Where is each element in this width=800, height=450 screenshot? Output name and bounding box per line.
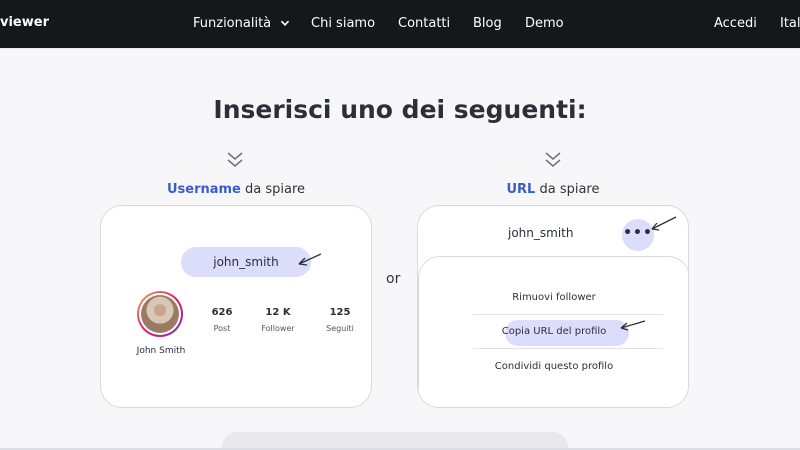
avatar (137, 291, 183, 337)
nav-item-contacts[interactable]: Contatti (398, 16, 450, 31)
stat-posts: 626 Post (197, 307, 247, 333)
nav-item-demo[interactable]: Demo (525, 16, 564, 31)
stat-following: 125 Seguiti (315, 307, 365, 333)
top-nav: viewer Funzionalità Chi siamo Contatti B… (0, 0, 800, 48)
menu-item-share-profile[interactable]: Condividi questo profilo (419, 361, 688, 372)
language-selector[interactable]: Itali (780, 16, 800, 31)
nav-divider (0, 48, 800, 49)
chevron-down-icon (281, 20, 290, 26)
menu-item-remove-follower[interactable]: Rimuovi follower (419, 292, 688, 303)
pointer-arrow-icon (620, 320, 646, 331)
profile-photo (141, 295, 179, 333)
stat-followers-value: 12 K (265, 307, 291, 318)
nav-item-features[interactable]: Funzionalità (193, 16, 290, 31)
menu-divider (473, 348, 663, 349)
url-label-emphasis: URL (506, 182, 536, 197)
nav-item-blog[interactable]: Blog (473, 16, 502, 31)
username-card: john_smith John Smith 626 Post 12 K Foll… (100, 205, 372, 408)
url-card: john_smith ••• Rimuovi follower Copia UR… (417, 205, 689, 408)
login-link[interactable]: Accedi (714, 16, 757, 31)
nav-item-features-label: Funzionalità (193, 16, 272, 31)
url-label-rest: da spiare (535, 182, 600, 197)
stat-following-value: 125 (329, 307, 351, 318)
stat-followers: 12 K Follower (253, 307, 303, 333)
profile-name: John Smith (136, 346, 186, 356)
double-chevron-down-icon (227, 152, 243, 167)
username-label-rest: da spiare (240, 182, 306, 197)
pointer-arrow-icon (651, 216, 677, 231)
username-label-emphasis: Username (166, 182, 241, 197)
double-chevron-down-icon (545, 152, 561, 167)
stat-followers-label: Follower (261, 324, 295, 333)
url-username: john_smith (508, 226, 574, 240)
stat-posts-value: 626 (211, 307, 233, 318)
username-option-label: Username da spiare (150, 182, 322, 197)
or-separator: or (386, 271, 401, 287)
options-menu: Rimuovi follower Copia URL del profilo C… (418, 256, 688, 407)
url-option-label: URL da spiare (467, 182, 639, 197)
page-title: Inserisci uno dei seguenti: (213, 95, 587, 124)
stat-posts-label: Post (213, 324, 231, 333)
pointer-arrow-icon (298, 253, 322, 266)
logo[interactable]: viewer (0, 15, 49, 30)
nav-item-about[interactable]: Chi siamo (311, 16, 375, 31)
stat-following-label: Seguiti (326, 324, 354, 333)
